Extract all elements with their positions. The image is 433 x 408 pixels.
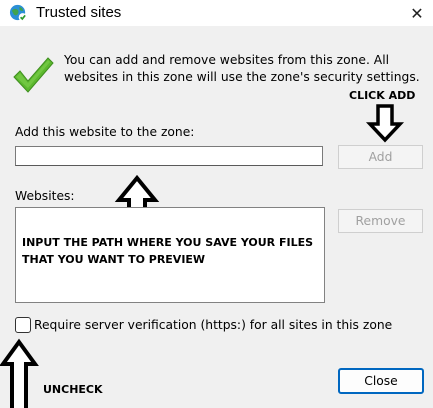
close-icon[interactable]: ✕ xyxy=(401,0,433,26)
down-arrow-icon xyxy=(365,104,405,143)
websites-label: Websites: xyxy=(15,189,75,203)
trusted-sites-globe-icon xyxy=(9,4,27,22)
up-arrow-icon xyxy=(0,338,39,408)
remove-button[interactable]: Remove xyxy=(338,209,423,233)
websites-note: INPUT THE PATH WHERE YOU SAVE YOUR FILES… xyxy=(22,236,314,266)
add-button[interactable]: Add xyxy=(338,145,423,169)
https-checkbox[interactable] xyxy=(15,317,31,333)
intro-text: You can add and remove websites from thi… xyxy=(64,53,420,84)
green-check-icon xyxy=(13,57,54,93)
https-checkbox-label[interactable]: Require server verification (https:) for… xyxy=(34,318,392,332)
uncheck-annotation: UNCHECK xyxy=(43,383,103,396)
click-add-annotation: CLICK ADD xyxy=(349,89,416,102)
window-title: Trusted sites xyxy=(36,4,122,21)
add-website-input[interactable] xyxy=(15,146,323,166)
title-bar: Trusted sites ✕ xyxy=(0,0,433,26)
close-button[interactable]: Close xyxy=(338,368,424,394)
add-website-label: Add this website to the zone: xyxy=(15,125,195,139)
